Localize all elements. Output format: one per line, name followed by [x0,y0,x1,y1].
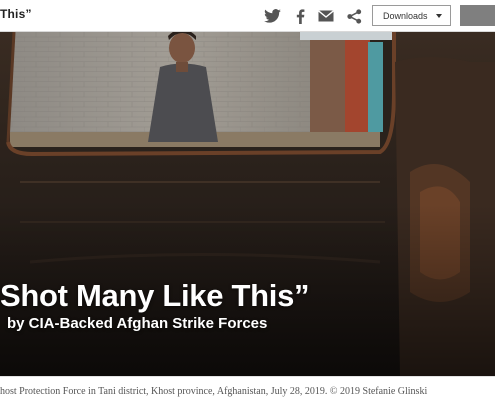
chevron-down-icon [435,13,442,18]
twitter-icon[interactable] [262,6,282,26]
facebook-icon[interactable] [290,6,310,26]
email-icon[interactable] [316,6,336,26]
header-action-block[interactable] [460,5,495,26]
downloads-dropdown-button[interactable]: Downloads [372,5,451,26]
page-breadcrumb: This” [0,7,32,21]
hero-subtitle: by CIA-Backed Afghan Strike Forces [7,315,268,332]
hero-title: Shot Many Like This” [0,278,310,313]
photo-caption: host Protection Force in Tani district, … [0,386,428,397]
photo-caption-bar: host Protection Force in Tani district, … [0,376,495,400]
hero-image: Shot Many Like This” by CIA-Backed Afgha… [0,32,495,376]
downloads-label: Downloads [383,10,428,21]
share-icon[interactable] [344,6,364,26]
top-bar: This” Downloads [0,0,495,32]
